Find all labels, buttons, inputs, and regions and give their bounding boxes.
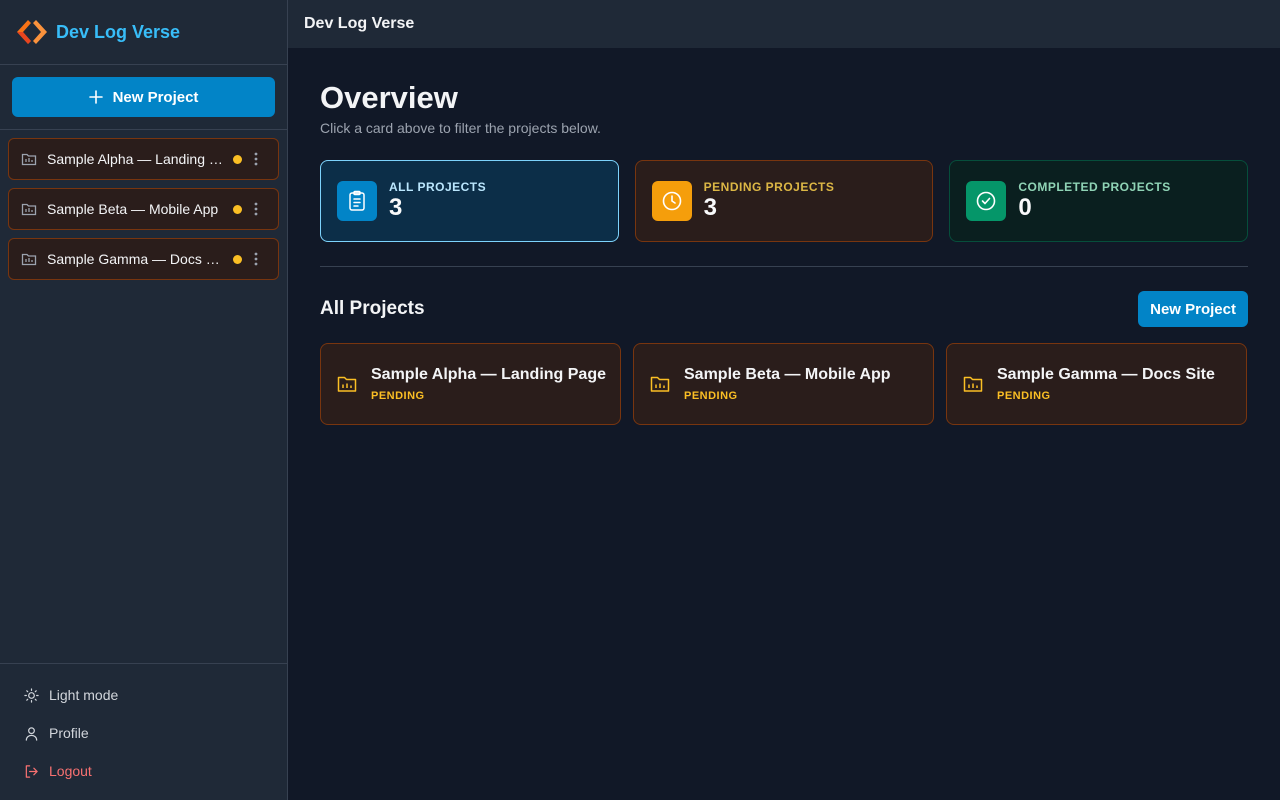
status-dot — [233, 254, 242, 264]
project-list: Sample Alpha — Landing Page Sample Beta … — [0, 130, 287, 296]
stat-label: ALL PROJECTS — [389, 180, 487, 194]
project-card[interactable]: Sample Gamma — Docs Site PENDING — [946, 343, 1247, 425]
section-title: All Projects — [320, 298, 425, 319]
project-card-name: Sample Beta — Mobile App — [684, 366, 891, 383]
pending-projects-card[interactable]: PENDING PROJECTS 3 — [634, 160, 934, 242]
stat-label: PENDING PROJECTS — [703, 180, 835, 194]
stat-label: COMPLETED PROJECTS — [1018, 180, 1171, 194]
divider — [320, 266, 1248, 267]
folder-icon — [963, 375, 983, 393]
section-header: All Projects New Project — [320, 291, 1248, 327]
project-cards: Sample Alpha — Landing Page PENDING Samp… — [320, 343, 1248, 425]
sidebar-project-label: Sample Beta — Mobile App — [47, 201, 219, 217]
folder-icon — [21, 251, 37, 267]
project-card[interactable]: Sample Alpha — Landing Page PENDING — [320, 343, 621, 425]
light-mode-label: Light mode — [49, 687, 119, 703]
brand[interactable]: Dev Log Verse — [0, 0, 287, 65]
topbar-title: Dev Log Verse — [304, 15, 415, 32]
sidebar-project-item[interactable]: Sample Alpha — Landing Page — [8, 138, 279, 180]
user-icon — [25, 726, 38, 741]
logout-icon — [25, 764, 38, 778]
profile-link[interactable]: Profile — [24, 714, 271, 752]
code-logo-icon — [17, 20, 47, 44]
sidebar: Dev Log Verse New Project Sample Alpha —… — [0, 0, 288, 800]
new-project-button-main[interactable]: New Project — [1138, 291, 1248, 327]
stat-value: 0 — [1018, 194, 1032, 221]
project-card-status: PENDING — [684, 390, 738, 402]
status-dot — [233, 154, 242, 164]
sidebar-project-item[interactable]: Sample Gamma — Docs Site — [8, 238, 279, 280]
sidebar-project-label: Sample Alpha — Landing Page — [47, 151, 223, 167]
stats-row: ALL PROJECTS 3 PENDING PROJECTS 3 COMPLE… — [320, 160, 1249, 242]
logout-button[interactable]: Logout — [24, 752, 271, 790]
profile-label: Profile — [49, 725, 89, 741]
stat-value: 3 — [389, 194, 403, 221]
folder-icon — [650, 375, 670, 393]
clipboard-icon — [337, 181, 377, 221]
completed-projects-card[interactable]: COMPLETED PROJECTS 0 — [949, 160, 1249, 242]
sun-icon — [24, 687, 39, 703]
project-card[interactable]: Sample Beta — Mobile App PENDING — [633, 343, 934, 425]
more-vertical-icon[interactable] — [254, 152, 258, 166]
sidebar-project-item[interactable]: Sample Beta — Mobile App — [8, 188, 279, 230]
more-vertical-icon[interactable] — [254, 202, 258, 216]
new-project-label: New Project — [112, 88, 199, 106]
app-name: Dev Log Verse — [56, 21, 181, 42]
more-vertical-icon[interactable] — [254, 252, 258, 266]
page-title: Overview — [320, 80, 458, 115]
clock-icon — [651, 181, 692, 221]
project-card-status: PENDING — [371, 390, 425, 402]
project-card-name: Sample Gamma — Docs Site — [997, 366, 1215, 383]
main-content: Overview Click a card above to filter th… — [320, 48, 1249, 425]
all-projects-card[interactable]: ALL PROJECTS 3 — [320, 160, 619, 242]
plus-icon — [88, 90, 103, 104]
folder-icon — [21, 201, 37, 217]
stat-value: 3 — [703, 194, 718, 221]
folder-icon — [21, 151, 37, 167]
sidebar-project-label: Sample Gamma — Docs Site — [47, 251, 223, 267]
page-subtitle: Click a card above to filter the project… — [320, 120, 601, 136]
light-mode-toggle[interactable]: Light mode — [24, 676, 271, 714]
folder-icon — [337, 375, 357, 393]
sidebar-footer: Light mode Profile Logout — [0, 663, 287, 800]
project-card-status: PENDING — [997, 390, 1051, 402]
check-circle-icon — [966, 181, 1007, 221]
new-project-area: New Project — [0, 65, 287, 130]
status-dot — [233, 204, 242, 214]
logout-label: Logout — [49, 763, 92, 779]
topbar: Dev Log Verse — [288, 0, 1280, 48]
project-card-name: Sample Alpha — Landing Page — [371, 366, 606, 383]
new-project-button[interactable]: New Project — [12, 77, 275, 117]
